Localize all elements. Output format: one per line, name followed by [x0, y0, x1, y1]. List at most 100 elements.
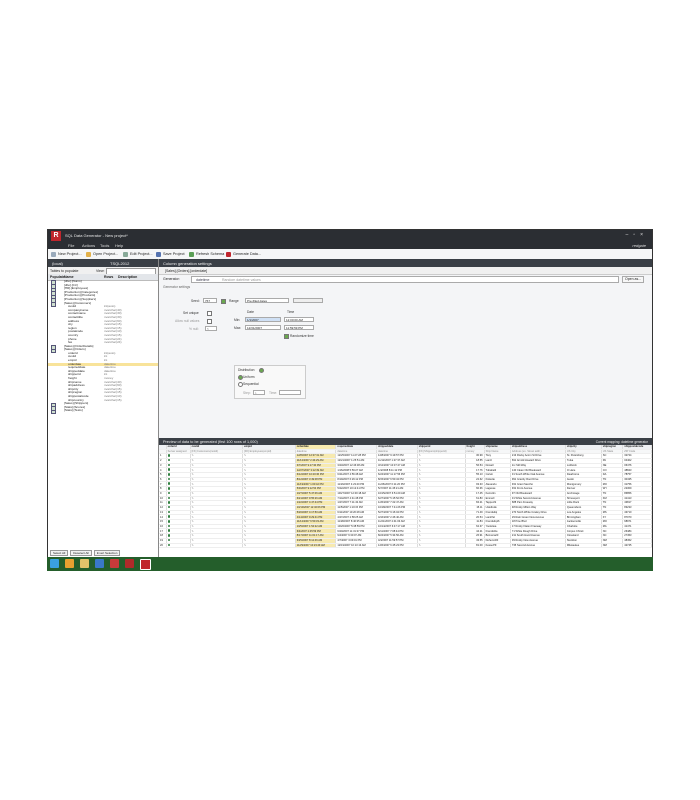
- deselect-all-button[interactable]: Deselect All: [70, 550, 92, 556]
- empid-cell: ✎: [242, 543, 296, 549]
- pct-null-input[interactable]: 5: [205, 326, 217, 331]
- server-assigned-icon: [167, 524, 171, 528]
- refresh-schema-button[interactable]: Refresh Schema: [189, 251, 224, 257]
- max-time-input[interactable]: 11:59:59 PM: [284, 325, 314, 330]
- open-project-button[interactable]: Open Project...: [86, 251, 118, 257]
- edit-project-button[interactable]: Edit Project...: [123, 251, 153, 257]
- fk-icon: ✎: [418, 496, 421, 500]
- fk-icon: ✎: [418, 454, 421, 458]
- fk-icon: ✎: [191, 515, 194, 519]
- fk-icon: ✎: [418, 534, 421, 538]
- selection-buttons: Select All Deselect All Invert Selection: [50, 550, 121, 556]
- fk-icon: ✎: [244, 477, 247, 481]
- new-doc-icon: [51, 251, 56, 257]
- outlook-icon[interactable]: [95, 559, 104, 568]
- time-step-input[interactable]: [279, 390, 301, 395]
- fk-icon: ✎: [418, 459, 421, 463]
- allow-null-label: Allow null values: [175, 319, 200, 323]
- menu-tools[interactable]: Tools: [100, 243, 109, 248]
- fk-icon: ✎: [191, 510, 194, 514]
- server-assigned-icon: [167, 501, 171, 504]
- seed-input[interactable]: 767: [203, 298, 217, 303]
- col-rows[interactable]: Rows: [104, 275, 113, 279]
- app-icon[interactable]: [110, 559, 119, 568]
- explorer-icon[interactable]: [80, 559, 89, 568]
- set-unique-checkbox[interactable]: [207, 311, 212, 316]
- save-project-button[interactable]: Save Project: [156, 251, 185, 257]
- menu-help[interactable]: Help: [115, 243, 123, 248]
- distribution-label: Distribution: [238, 368, 255, 372]
- app-window: R SQL Data Generator - New project* –▫× …: [47, 229, 653, 571]
- window-controls[interactable]: –▫×: [626, 232, 648, 238]
- fk-icon: ✎: [418, 468, 421, 472]
- open-as-button[interactable]: Open as...: [622, 276, 645, 283]
- range-label: Range: [229, 299, 239, 303]
- fk-icon: ✎: [191, 492, 194, 496]
- fk-icon: ✎: [191, 539, 194, 543]
- row-number: 20: [159, 543, 167, 549]
- preview-table: orderid custid empid orderdate requireddate s…: [159, 445, 652, 549]
- current-mapping: Current mapping: datetime generator: [595, 439, 648, 444]
- col-populate[interactable]: Populate: [50, 275, 65, 279]
- generator-settings-label: Generator settings: [163, 285, 191, 289]
- menu-bar: File Actions Tools Help redgate: [48, 241, 652, 249]
- fk-icon: ✎: [418, 482, 421, 486]
- folder-icon: [86, 251, 91, 257]
- fk-icon: ✎: [191, 477, 194, 481]
- fk-icon: ✎: [191, 463, 194, 467]
- data-generator-icon[interactable]: [140, 559, 151, 570]
- new-project-button[interactable]: New Project...: [51, 251, 82, 257]
- sql-icon[interactable]: [125, 559, 134, 568]
- server-assigned-icon: [167, 482, 171, 485]
- min-date-input[interactable]: 1/1/2007: [245, 317, 281, 322]
- select-all-button[interactable]: Select All: [50, 550, 69, 556]
- requireddate-cell: 12/19/2007 10:13:13 AM: [335, 543, 378, 549]
- fk-icon: ✎: [418, 529, 421, 533]
- menu-file[interactable]: File: [68, 243, 74, 248]
- max-date-input[interactable]: 12/31/2007: [245, 325, 281, 330]
- server-assigned-icon: [167, 468, 171, 471]
- menu-actions[interactable]: Actions: [82, 243, 95, 248]
- server-assigned-icon: [167, 496, 171, 500]
- generate-data-button[interactable]: Generate Data...: [226, 251, 261, 257]
- edit-icon: [123, 251, 128, 257]
- distribution-box: Distribution Uniform Sequential Step: 1 …: [234, 365, 306, 399]
- fk-icon: ✎: [244, 473, 247, 477]
- range-select[interactable]: Pre-filled dates: [245, 298, 289, 303]
- sequential-label: Sequential: [243, 382, 259, 386]
- shipcity-cell: Milwaukee: [565, 543, 602, 549]
- server-assigned-icon: [167, 458, 171, 462]
- start-icon[interactable]: [50, 559, 59, 568]
- fk-icon: ✎: [418, 543, 421, 547]
- randomize-time-checkbox[interactable]: [284, 334, 289, 339]
- server-assigned-icon: [167, 473, 171, 476]
- preview-grid[interactable]: orderid custid empid orderdate requireddate s…: [159, 445, 652, 559]
- save-icon: [156, 251, 161, 257]
- table-row[interactable]: 20 ✎ ✎ 11/29/2007 10:23:49 AM 12/19/2007 10:…: [159, 543, 652, 549]
- invert-selection-button[interactable]: Invert Selection: [93, 550, 121, 556]
- min-time-input[interactable]: 12:00:00 AM: [284, 317, 314, 322]
- fk-icon: ✎: [418, 520, 421, 524]
- allow-null-checkbox[interactable]: [207, 319, 212, 324]
- refresh-seed-icon[interactable]: [221, 299, 226, 304]
- fk-icon: ✎: [191, 482, 194, 486]
- col-name[interactable]: Name: [64, 275, 74, 279]
- fk-icon: ✎: [191, 543, 194, 547]
- tree-row[interactable]: [Stats].[Tests]: [48, 409, 158, 415]
- connection-bar: (local) TSQL2012: [48, 259, 158, 267]
- range-subselect[interactable]: [293, 298, 323, 303]
- fk-icon: ✎: [244, 501, 247, 505]
- freight-cell: 81.00: [465, 543, 485, 549]
- fk-icon: ✎: [418, 539, 421, 543]
- server-assigned-icon: [167, 538, 171, 542]
- populate-checkbox[interactable]: [51, 409, 56, 415]
- col-description[interactable]: Description: [118, 275, 137, 279]
- generator-select[interactable]: datetime Random datetime values: [191, 276, 619, 283]
- fk-icon: ✎: [244, 520, 247, 524]
- orderdate-cell: 11/29/2007 10:23:49 AM: [295, 543, 337, 549]
- step-input[interactable]: 1: [253, 390, 265, 395]
- chrome-icon[interactable]: [65, 559, 74, 568]
- fk-icon: ✎: [244, 534, 247, 538]
- settings-header: Column generation settings: [159, 259, 652, 267]
- fk-icon: ✎: [244, 506, 247, 510]
